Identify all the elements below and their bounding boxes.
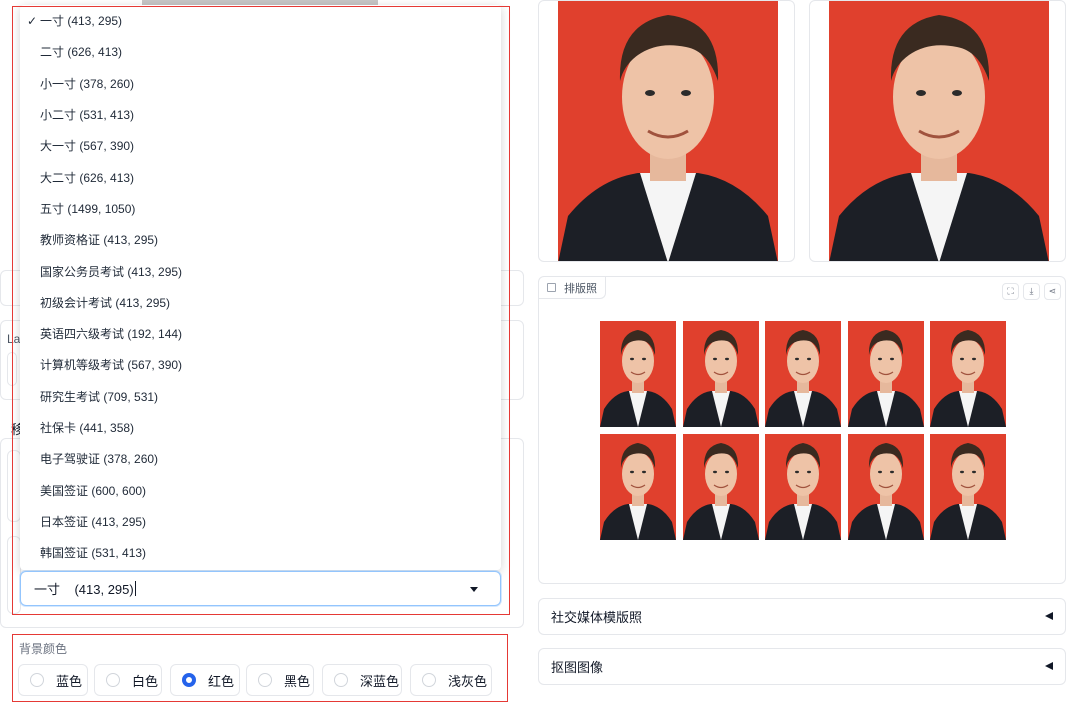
size-option[interactable]: 教师资格证 (413, 295)	[20, 224, 501, 255]
size-option-label: 日本签证 (413, 295)	[40, 514, 147, 529]
size-option-label: 小一寸 (378, 260)	[40, 76, 135, 91]
size-option-label: 小二寸 (531, 413)	[40, 108, 135, 123]
portrait-illustration	[829, 1, 1049, 261]
radio-button[interactable]	[106, 673, 120, 687]
size-option-label: 五寸 (1499, 1050)	[40, 201, 136, 216]
accordion-label: 社交媒体模版照	[551, 610, 643, 625]
size-option-label: 初级会计考试 (413, 295)	[40, 295, 171, 310]
size-option[interactable]: 日本签证 (413, 295)	[20, 506, 501, 537]
photo-size-dropdown-list: ✓ 一寸 (413, 295) 二寸 (626, 413) 小一寸 (378, 260…	[20, 5, 501, 570]
bg-color-option-label: 深蓝色	[360, 673, 400, 689]
size-option[interactable]: ✓ 一寸 (413, 295)	[20, 5, 501, 36]
size-option-label: 美国签证 (600, 600)	[40, 483, 147, 498]
settings-panel-c	[7, 352, 17, 386]
size-option-label: 韩国签证 (531, 413)	[40, 546, 147, 561]
size-option[interactable]: 大二寸 (626, 413)	[20, 162, 501, 193]
background-color-label: 背景颜色	[19, 642, 68, 656]
fullscreen-icon[interactable]: ⛶	[1002, 283, 1019, 300]
bg-color-option-label: 黑色	[284, 673, 311, 689]
layout-photo-label: 排版照	[564, 282, 597, 295]
size-option[interactable]: 韩国签证 (531, 413)	[20, 537, 501, 568]
size-option[interactable]: 英语四六级考试 (192, 144)	[20, 318, 501, 349]
image-icon	[547, 283, 556, 292]
share-icon[interactable]: ⋖	[1044, 283, 1061, 300]
size-option-label: 社保卡 (441, 358)	[40, 421, 135, 436]
settings-panel-e	[7, 450, 21, 522]
bg-color-option[interactable]: 浅灰色	[410, 664, 492, 696]
size-option[interactable]: 研究生考试 (709, 531)	[20, 381, 501, 412]
layout-photo-tile	[847, 434, 924, 540]
radio-button[interactable]	[422, 673, 436, 687]
radio-button[interactable]	[30, 673, 44, 687]
collapse-triangle-icon	[1045, 662, 1053, 670]
bg-color-option[interactable]: 黑色	[246, 664, 314, 696]
size-option[interactable]: 五寸 (1499, 1050)	[20, 193, 501, 224]
checkmark-icon: ✓	[27, 13, 38, 28]
layout-photo-tag: 排版照	[539, 277, 606, 299]
bg-color-option-label: 红色	[208, 673, 235, 689]
bg-color-option[interactable]: 蓝色	[18, 664, 88, 696]
size-option[interactable]: 电子驾驶证 (378, 260)	[20, 443, 501, 474]
size-option[interactable]: 小二寸 (531, 413)	[20, 99, 501, 130]
standard-photo	[558, 1, 778, 261]
layout-photo-tile	[600, 321, 676, 427]
bg-color-option[interactable]: 红色	[170, 664, 240, 696]
layout-photo-tile	[847, 321, 924, 427]
size-option-label: 英语四六级考试 (192, 144)	[40, 327, 183, 342]
hd-photo	[829, 1, 1049, 261]
size-option-label: 研究生考试 (709, 531)	[40, 389, 159, 404]
matting-image-accordion[interactable]: 抠图图像	[538, 648, 1066, 685]
size-option[interactable]: 计算机等级考试 (567, 390)	[20, 349, 501, 380]
collapse-triangle-icon	[1045, 612, 1053, 620]
size-option[interactable]: 初级会计考试 (413, 295)	[20, 287, 501, 318]
language-label-fragment: La	[7, 332, 21, 346]
size-option[interactable]: 美国签证 (600, 600)	[20, 475, 501, 506]
size-option-label: 电子驾驶证 (378, 260)	[40, 452, 159, 467]
bg-color-option-label: 白色	[132, 673, 159, 689]
size-option-label: 大二寸 (626, 413)	[40, 170, 135, 185]
dropdown-caret-icon[interactable]	[470, 587, 478, 592]
layout-photo-tile	[600, 434, 676, 540]
size-option[interactable]: 大一寸 (567, 390)	[20, 130, 501, 161]
accordion-label: 抠图图像	[551, 660, 604, 675]
size-option[interactable]: 小一寸 (378, 260)	[20, 68, 501, 99]
layout-photo-tile	[682, 321, 759, 427]
size-option-label: 二寸 (626, 413)	[40, 45, 123, 60]
bg-color-option-label: 蓝色	[56, 673, 83, 689]
bg-color-option[interactable]: 白色	[94, 664, 162, 696]
text-cursor	[134, 581, 136, 596]
bg-color-option[interactable]: 深蓝色	[322, 664, 402, 696]
radio-button[interactable]	[334, 673, 348, 687]
bg-color-option-label: 浅灰色	[448, 673, 488, 689]
download-icon[interactable]: ⤓	[1023, 283, 1040, 300]
settings-panel-f	[7, 536, 21, 614]
size-option-label: 国家公务员考试 (413, 295)	[40, 264, 183, 279]
social-media-template-accordion[interactable]: 社交媒体模版照	[538, 598, 1066, 635]
layout-photo-tile	[930, 434, 1006, 540]
photo-size-select-value: 一寸 (413, 295)	[34, 582, 134, 597]
size-option-label: 教师资格证 (413, 295)	[40, 233, 159, 248]
layout-photo-tile	[765, 321, 841, 427]
standard-photo-card	[538, 0, 795, 262]
size-option-label: 大一寸 (567, 390)	[40, 139, 135, 154]
radio-button[interactable]	[182, 673, 196, 687]
portrait-illustration	[558, 1, 778, 261]
size-option-label: 计算机等级考试 (567, 390)	[40, 358, 183, 373]
size-option[interactable]: 国家公务员考试 (413, 295)	[20, 255, 501, 286]
size-option[interactable]: 社保卡 (441, 358)	[20, 412, 501, 443]
layout-photo-card: 排版照 ⛶ ⤓ ⋖	[538, 276, 1066, 584]
size-option-label: 一寸 (413, 295)	[40, 14, 123, 29]
photo-size-select[interactable]: 一寸 (413, 295)	[20, 571, 501, 606]
layout-photo-tile	[765, 434, 841, 540]
layout-photo-tile	[930, 321, 1006, 427]
hd-photo-card	[809, 0, 1066, 262]
size-option[interactable]: 二寸 (626, 413)	[20, 36, 501, 67]
radio-button[interactable]	[258, 673, 272, 687]
layout-photo-tile	[682, 434, 759, 540]
